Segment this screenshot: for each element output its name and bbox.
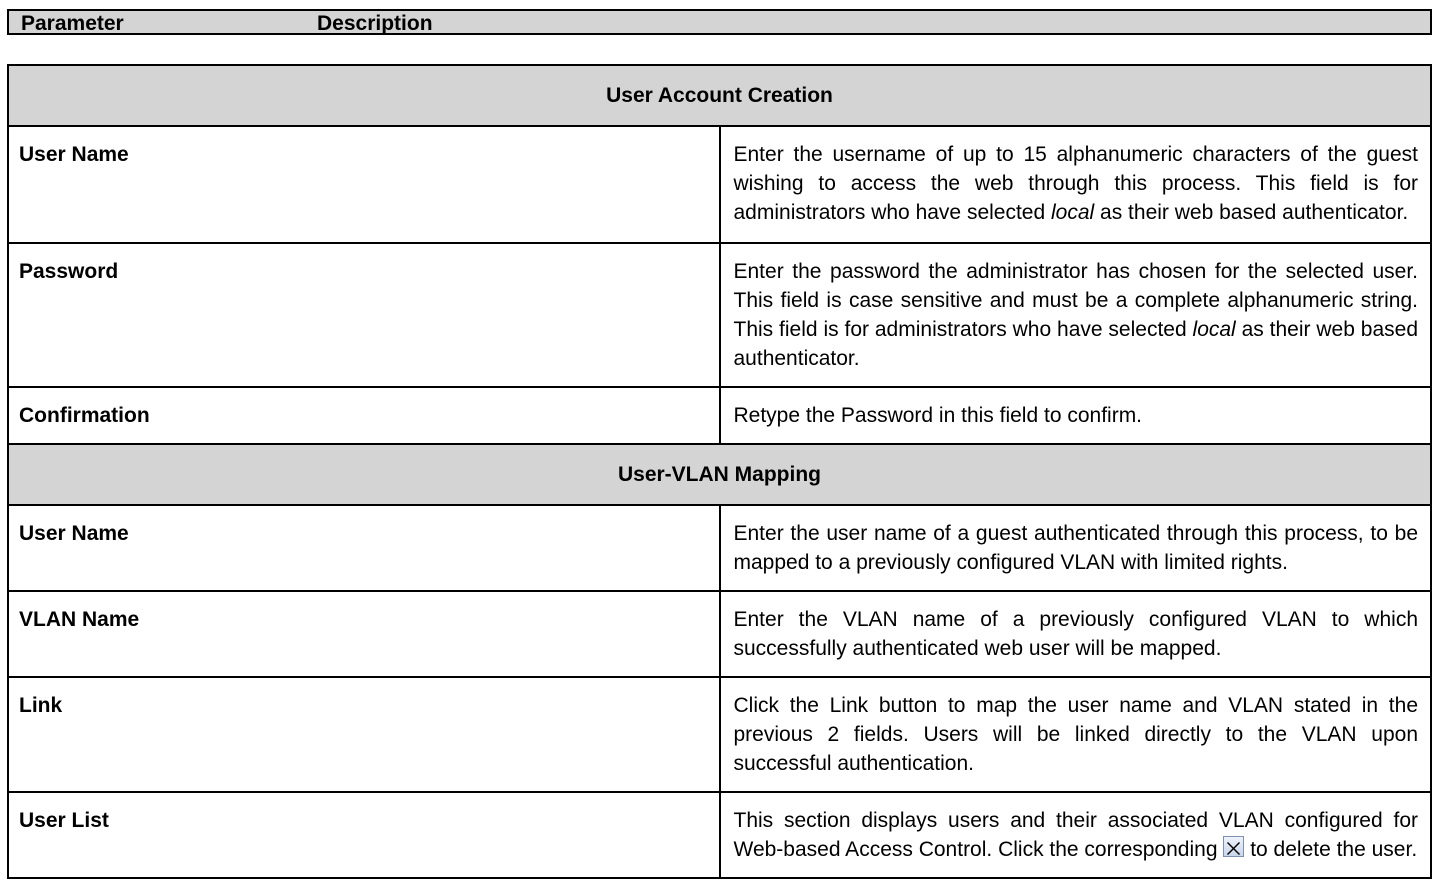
param-name: Password xyxy=(7,242,721,388)
section-row: User Account Creation xyxy=(7,64,1432,127)
param-description: Retype the Password in this field to con… xyxy=(718,386,1432,445)
section-row: User-VLAN Mapping xyxy=(7,443,1432,506)
param-description: Enter the username of up to 15 alphanume… xyxy=(718,125,1432,244)
table-row: VLAN Name Enter the VLAN name of a previ… xyxy=(7,590,1432,678)
section-title: User-VLAN Mapping xyxy=(7,443,1432,506)
param-name: VLAN Name xyxy=(7,590,721,678)
table-row: Password Enter the password the administ… xyxy=(7,242,1432,388)
delete-x-icon xyxy=(1223,836,1245,857)
param-name: User Name xyxy=(7,504,721,592)
param-description: This section displays users and their as… xyxy=(718,791,1432,879)
param-name: User Name xyxy=(7,125,721,244)
header-parameter: Parameter xyxy=(21,12,124,35)
table-row: Confirmation Retype the Password in this… xyxy=(7,386,1432,445)
table-row: User Name Enter the user name of a guest… xyxy=(7,504,1432,592)
param-description: Click the Link button to map the user na… xyxy=(718,676,1432,793)
parameter-table: User Account Creation User Name Enter th… xyxy=(7,64,1432,879)
param-name: Confirmation xyxy=(7,386,721,445)
header-description: Description xyxy=(317,12,433,35)
table-header-bar: Parameter Description xyxy=(7,9,1432,35)
section-title: User Account Creation xyxy=(7,64,1432,127)
param-description: Enter the user name of a guest authentic… xyxy=(718,504,1432,592)
param-description: Enter the password the administrator has… xyxy=(718,242,1432,388)
param-description: Enter the VLAN name of a previously conf… xyxy=(718,590,1432,678)
table-row: User Name Enter the username of up to 15… xyxy=(7,125,1432,244)
table-row: Link Click the Link button to map the us… xyxy=(7,676,1432,793)
param-name: Link xyxy=(7,676,721,793)
param-name: User List xyxy=(7,791,721,879)
table-row: User List This section displays users an… xyxy=(7,791,1432,879)
